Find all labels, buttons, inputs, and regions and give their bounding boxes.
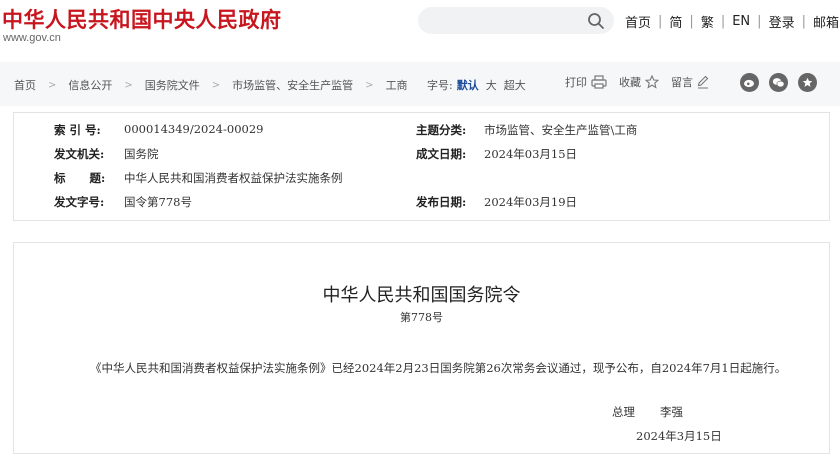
- font-size-selector: 字号: 默认大超大: [427, 77, 526, 93]
- written-date-value: 2024年03月15日: [484, 147, 578, 161]
- simplified-chinese-link[interactable]: 简: [669, 12, 682, 31]
- written-date-label: 成文日期:: [416, 147, 467, 161]
- home-link[interactable]: 首页: [625, 12, 651, 31]
- toolbar: 首页 > 信息公开 > 国务院文件 > 市场监管、安全生产监管 > 工商 字号:…: [0, 62, 840, 106]
- site-logo-title[interactable]: 中华人民共和国中央人民政府: [2, 4, 282, 34]
- login-link[interactable]: 登录: [769, 12, 795, 31]
- breadcrumb: 首页 > 信息公开 > 国务院文件 > 市场监管、安全生产监管 > 工商: [14, 77, 408, 93]
- title-label: 标 题:: [54, 171, 106, 185]
- breadcrumb-commerce[interactable]: 工商: [386, 77, 408, 93]
- search-icon[interactable]: [587, 12, 605, 30]
- info-row: 发文字号: 国令第778号 发布日期: 2024年03月19日: [14, 194, 829, 218]
- sign-date: 2024年3月15日: [636, 429, 722, 443]
- published-date-label: 发布日期:: [416, 195, 467, 209]
- published-date-value: 2024年03月19日: [484, 195, 578, 209]
- topic-label: 主题分类:: [416, 123, 467, 137]
- search-box[interactable]: [418, 7, 614, 34]
- site-header: 中华人民共和国中央人民政府 www.gov.cn 首页 | 简 | 繁 | EN…: [0, 0, 840, 52]
- print-label: 打印: [565, 76, 587, 89]
- divider: |: [801, 14, 806, 29]
- chevron-right-icon: >: [124, 79, 133, 91]
- font-size-extra-large[interactable]: 超大: [504, 79, 526, 92]
- breadcrumb-info-public[interactable]: 信息公开: [68, 77, 112, 93]
- chevron-right-icon: >: [365, 79, 374, 91]
- document-info-table: 索 引 号: 000014349/2024-00029 主题分类: 市场监管、安…: [13, 112, 830, 221]
- document-number: 第778号: [400, 311, 443, 324]
- signer-name: 李强: [660, 405, 683, 419]
- divider: |: [658, 14, 663, 29]
- title-value: 中华人民共和国消费者权益保护法实施条例: [124, 171, 343, 185]
- doc-number-label: 发文字号:: [54, 195, 105, 209]
- issuer-label: 发文机关:: [54, 147, 105, 161]
- index-value: 000014349/2024-00029: [124, 122, 264, 136]
- printer-icon: [591, 75, 607, 89]
- info-row: 发文机关: 国务院 成文日期: 2024年03月15日: [14, 146, 829, 170]
- divider: |: [720, 14, 726, 29]
- document-body: 《中华人民共和国消费者权益保护法实施条例》已经2024年2月23日国务院第26次…: [90, 361, 787, 375]
- star-icon[interactable]: [798, 73, 817, 92]
- issuer-value: 国务院: [124, 147, 159, 161]
- info-row: 标 题: 中华人民共和国消费者权益保护法实施条例: [14, 170, 829, 194]
- divider: |: [689, 14, 694, 29]
- wechat-icon[interactable]: [769, 73, 788, 92]
- favorite-label: 收藏: [619, 76, 641, 89]
- divider: |: [757, 14, 762, 29]
- chevron-right-icon: >: [48, 79, 57, 91]
- pen-icon: [697, 75, 709, 89]
- comment-button[interactable]: 留言: [671, 74, 709, 90]
- font-size-large[interactable]: 大: [486, 79, 497, 92]
- chevron-right-icon: >: [211, 79, 221, 91]
- weibo-icon[interactable]: [740, 73, 759, 92]
- comment-label: 留言: [671, 76, 693, 89]
- document-content: 中华人民共和国国务院令 第778号 《中华人民共和国消费者权益保护法实施条例》已…: [13, 242, 830, 454]
- favorite-button[interactable]: 收藏: [619, 74, 659, 90]
- mailbox-link[interactable]: 邮箱: [813, 12, 839, 31]
- breadcrumb-state-council-docs[interactable]: 国务院文件: [145, 77, 200, 93]
- top-links: 首页 | 简 | 繁 | EN | 登录 | 邮箱: [625, 12, 839, 31]
- doc-number-value: 国令第778号: [124, 195, 192, 209]
- print-button[interactable]: 打印: [565, 74, 607, 90]
- english-link[interactable]: EN: [732, 14, 750, 29]
- topic-value: 市场监管、安全生产监管\工商: [484, 123, 638, 137]
- page-actions: 打印 收藏 留言: [565, 74, 721, 90]
- star-outline-icon: [645, 75, 659, 89]
- breadcrumb-home[interactable]: 首页: [14, 77, 36, 93]
- font-size-default[interactable]: 默认: [457, 79, 479, 92]
- signer-title: 总理: [612, 405, 635, 419]
- breadcrumb-market-regulation[interactable]: 市场监管、安全生产监管: [232, 77, 353, 93]
- site-url: www.gov.cn: [3, 32, 61, 44]
- share-icons: [740, 73, 827, 92]
- document-title: 中华人民共和国国务院令: [322, 285, 521, 306]
- traditional-chinese-link[interactable]: 繁: [701, 12, 714, 31]
- index-label: 索 引 号:: [54, 123, 101, 137]
- info-row: 索 引 号: 000014349/2024-00029 主题分类: 市场监管、安…: [14, 122, 829, 146]
- font-size-label: 字号:: [427, 79, 453, 92]
